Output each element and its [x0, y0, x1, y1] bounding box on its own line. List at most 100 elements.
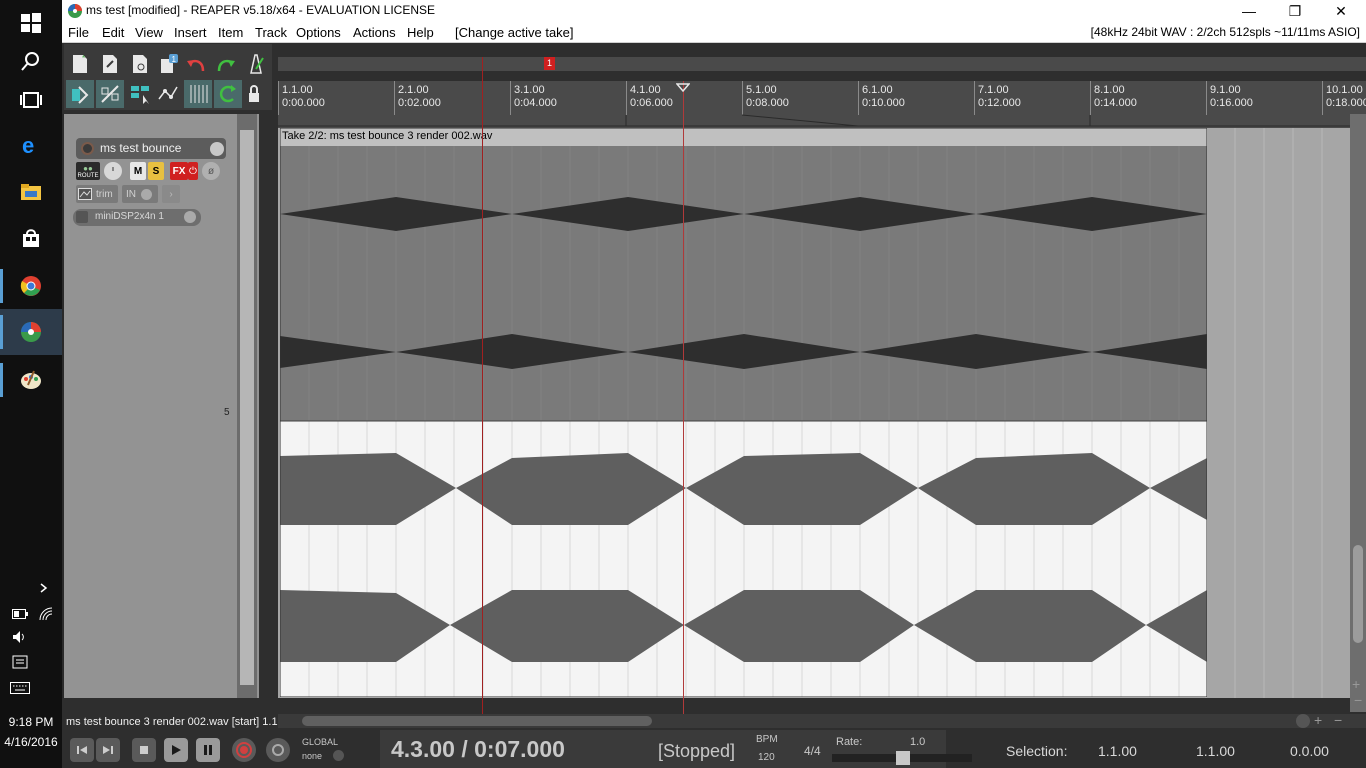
chrome-icon[interactable] — [0, 263, 62, 309]
system-clock[interactable]: 9:18 PM 4/16/2016 — [0, 712, 62, 752]
item-grouping-icon[interactable] — [126, 80, 154, 108]
grid-snap-icon[interactable] — [66, 80, 94, 108]
audio-device-status[interactable]: [48kHz 24bit WAV : 2/2ch 512spls ~11/11m… — [1091, 25, 1360, 39]
phase-invert-icon[interactable]: ø — [202, 162, 220, 180]
pause-button[interactable] — [196, 738, 220, 762]
monitor-icon[interactable]: › — [162, 185, 180, 203]
rate-slider-thumb[interactable] — [896, 751, 910, 765]
close-button[interactable]: ✕ — [1318, 0, 1364, 22]
project-settings-icon[interactable]: 1 — [154, 50, 182, 78]
time-signature[interactable]: 4/4 — [804, 744, 821, 758]
redo-icon[interactable] — [212, 50, 240, 78]
new-project-icon[interactable]: * — [66, 50, 94, 78]
ruler-measure: 9.1.00 — [1210, 84, 1241, 96]
selection-length[interactable]: 0.0.00 — [1290, 743, 1329, 759]
zoom-horizontal-icon[interactable] — [1296, 714, 1310, 728]
metronome-icon[interactable] — [242, 50, 270, 78]
track-folder-button[interactable] — [210, 142, 224, 156]
menu-file[interactable]: File — [68, 25, 89, 40]
menu-item[interactable]: Item — [218, 25, 243, 40]
main-toolbar: * 1 — [64, 44, 272, 110]
fx-chain-slot[interactable]: miniDSP2x4n 1 — [73, 209, 201, 226]
chevron-up-icon[interactable] — [24, 577, 64, 599]
selection-end[interactable]: 1.1.00 — [1196, 743, 1235, 759]
route-label: ROUTE — [77, 172, 99, 179]
notification-icon[interactable] — [0, 651, 40, 673]
volume-knob[interactable] — [104, 162, 122, 180]
edge-icon[interactable]: e — [0, 122, 62, 168]
ruler-time: 0:12.000 — [978, 97, 1021, 109]
marker-lane[interactable] — [278, 57, 1366, 71]
media-item[interactable]: Take 2/2: ms test bounce 3 render 002.wa… — [279, 127, 1208, 698]
mute-button[interactable]: M — [130, 162, 146, 180]
horizontal-scroll-thumb[interactable] — [302, 716, 652, 726]
menu-actions[interactable]: Actions — [353, 25, 396, 40]
fx-button[interactable]: FX — [170, 162, 188, 180]
go-to-start-button[interactable] — [70, 738, 94, 762]
grid-lines-icon[interactable] — [184, 80, 212, 108]
windows-taskbar: e 9:18 PM 4/16/2016 — [0, 0, 62, 768]
record-button[interactable] — [232, 738, 256, 762]
ruler-time: 0:14.000 — [1094, 97, 1137, 109]
position-display[interactable]: 4.3.00 / 0:07.000 — [391, 736, 565, 763]
ripple-edit-icon[interactable] — [96, 80, 124, 108]
wifi-icon[interactable] — [26, 603, 66, 625]
fx-chain-name: miniDSP2x4n 1 — [95, 211, 164, 222]
open-project-icon[interactable] — [96, 50, 124, 78]
menu-change-active-take[interactable]: [Change active take] — [455, 25, 574, 40]
play-cursor-icon[interactable] — [676, 83, 690, 92]
vertical-scroll-thumb[interactable] — [1353, 545, 1363, 643]
undo-icon[interactable] — [182, 50, 210, 78]
input-dropdown-icon — [141, 188, 152, 200]
menu-insert[interactable]: Insert — [174, 25, 207, 40]
repeat-button[interactable] — [266, 738, 290, 762]
solo-button[interactable]: S — [148, 162, 164, 180]
tcp-scroll-thumb[interactable] — [240, 130, 254, 685]
store-icon[interactable] — [0, 215, 62, 261]
route-button[interactable]: ●● ROUTE — [76, 162, 100, 180]
menu-track[interactable]: Track — [255, 25, 287, 40]
zoom-out-icon[interactable]: − — [1334, 712, 1342, 728]
minimize-button[interactable]: — — [1226, 0, 1272, 22]
track-name[interactable]: ms test bounce — [76, 138, 226, 159]
lock-icon[interactable] — [242, 80, 270, 108]
paint-icon[interactable] — [0, 357, 62, 403]
selection-start[interactable]: 1.1.00 — [1098, 743, 1137, 759]
menu-view[interactable]: View — [135, 25, 163, 40]
menu-options[interactable]: Options — [296, 25, 341, 40]
loop-icon[interactable] — [214, 80, 242, 108]
global-automation-mode[interactable]: none — [302, 751, 322, 761]
play-button[interactable] — [164, 738, 188, 762]
vzoom-in-icon[interactable]: + — [1352, 676, 1360, 692]
ruler-time: 0:16.000 — [1210, 97, 1253, 109]
bpm-value[interactable]: 120 — [758, 752, 775, 763]
save-project-icon[interactable] — [126, 50, 154, 78]
timeline-ruler[interactable]: 1.1.00 0:00.000 2.1.00 0:02.000 3.1.00 0… — [278, 81, 1366, 128]
reaper-taskbar-icon[interactable] — [0, 309, 62, 355]
file-explorer-icon[interactable] — [0, 169, 62, 215]
vzoom-out-icon[interactable]: − — [1354, 692, 1362, 708]
automation-mode-button[interactable]: trim — [76, 185, 118, 203]
envelope-icon — [78, 188, 92, 200]
restore-button[interactable]: ❐ — [1272, 0, 1318, 22]
fx-dropdown-icon[interactable] — [184, 211, 196, 223]
menu-edit[interactable]: Edit — [102, 25, 124, 40]
marker-flag[interactable]: 1 — [544, 57, 555, 70]
title-bar[interactable]: ms test [modified] - REAPER v5.18/x64 - … — [62, 0, 1366, 22]
input-select-button[interactable]: IN — [122, 185, 158, 203]
envelope-points-icon[interactable] — [154, 80, 182, 108]
go-to-end-button[interactable] — [96, 738, 120, 762]
edit-cursor-line[interactable] — [683, 81, 684, 714]
menu-help[interactable]: Help — [407, 25, 434, 40]
ruler-measure: 3.1.00 — [514, 84, 545, 96]
task-view-icon[interactable] — [0, 77, 62, 123]
automation-dropdown-icon[interactable] — [333, 750, 344, 761]
keyboard-icon[interactable] — [0, 677, 40, 699]
ruler-measure: 4.1.00 — [630, 84, 661, 96]
volume-icon[interactable] — [0, 626, 40, 648]
rate-value: 1.0 — [910, 736, 926, 748]
fx-bypass-icon[interactable]: ⏻ — [188, 162, 198, 180]
stop-button[interactable] — [132, 738, 156, 762]
zoom-in-icon[interactable]: + — [1314, 712, 1322, 728]
record-arm-button[interactable] — [81, 142, 94, 155]
